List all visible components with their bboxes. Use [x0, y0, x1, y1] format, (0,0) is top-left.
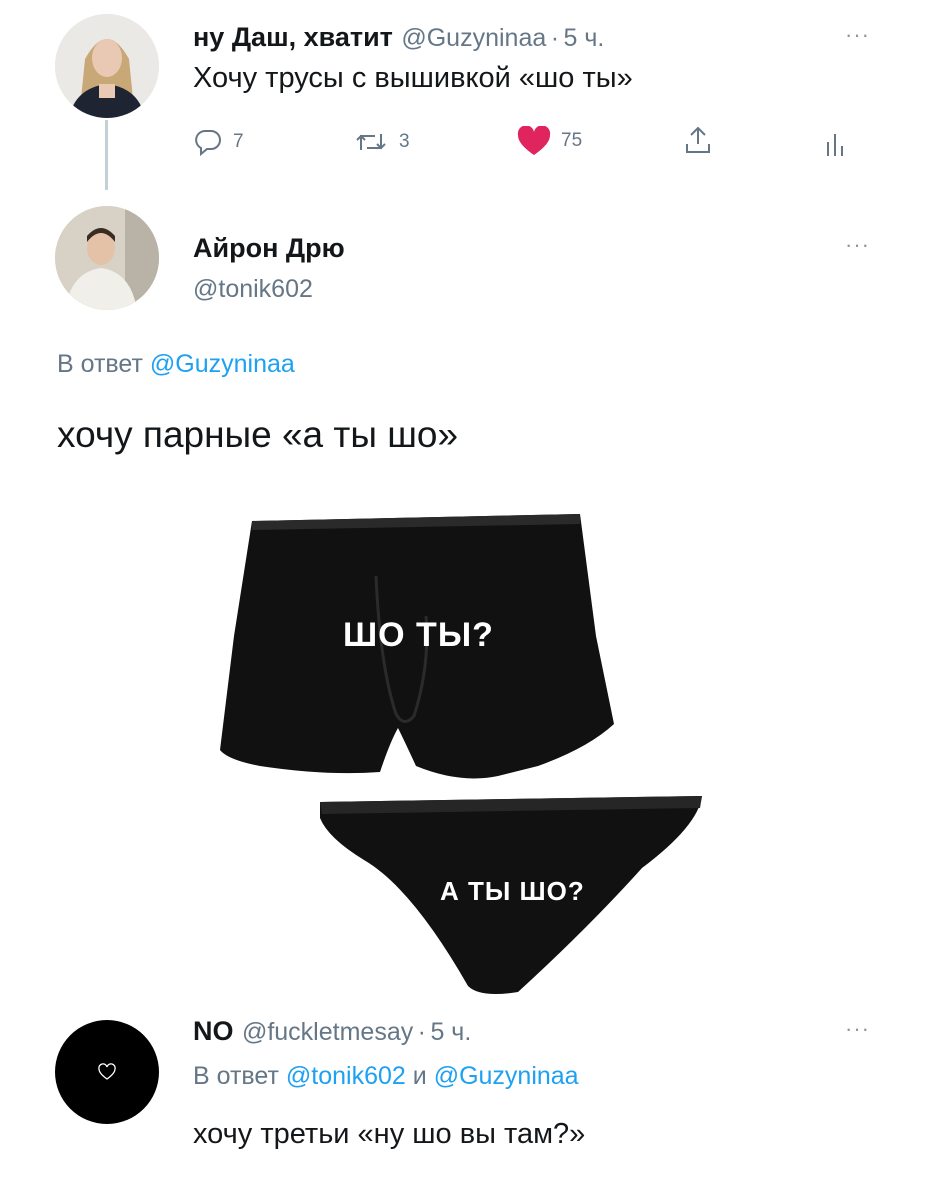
boxer-embroidery-text: ШО ТЫ? — [343, 616, 494, 654]
reply-icon — [195, 130, 221, 156]
reply-context: В ответ @tonik602 и @Guzyninaa — [193, 1062, 579, 1091]
tweet-text: хочу третьи «ну шо вы там?» — [193, 1118, 586, 1150]
analytics-button[interactable] — [820, 130, 850, 163]
display-name[interactable]: NO — [193, 1016, 234, 1046]
reply-to-link-2[interactable]: @Guzyninaa — [434, 1062, 579, 1090]
handle[interactable]: @Guzyninaa — [401, 24, 546, 52]
separator: · — [417, 1018, 426, 1046]
like-count: 75 — [561, 130, 583, 151]
display-name[interactable]: ну Даш, хватит — [193, 22, 393, 52]
more-options-icon[interactable]: ··· — [845, 1016, 870, 1042]
share-button[interactable] — [683, 124, 713, 156]
heart-filled-icon — [517, 126, 551, 155]
avatar-guzyninaa[interactable] — [55, 14, 159, 118]
handle[interactable]: @tonik602 — [193, 275, 313, 304]
brief-embroidery-text: А ТЫ ШО? — [440, 876, 585, 906]
avatar-fuckletmesay[interactable] — [55, 1020, 159, 1124]
timestamp[interactable]: 5 ч. — [430, 1018, 471, 1046]
share-icon — [686, 126, 710, 153]
timestamp[interactable]: 5 ч. — [564, 24, 605, 52]
separator: · — [550, 24, 560, 52]
retweet-count: 3 — [399, 131, 410, 152]
more-options-icon[interactable]: ··· — [845, 232, 870, 258]
like-button[interactable]: 75 — [517, 126, 582, 156]
reply-to-link[interactable]: @Guzyninaa — [150, 350, 295, 378]
avatar-photo-icon — [55, 14, 159, 118]
reply-and: и — [412, 1062, 427, 1090]
reply-prefix: В ответ — [193, 1062, 279, 1090]
avatar-photo-icon — [55, 206, 159, 310]
heart-outline-icon — [98, 1063, 116, 1080]
more-options-icon[interactable]: ··· — [845, 22, 870, 48]
reply-count: 7 — [233, 131, 244, 152]
reply-context: В ответ @Guzyninaa — [57, 350, 295, 379]
tweet-text: Хочу трусы с вышивкой «шо ты» — [193, 62, 633, 94]
reply-to-link-1[interactable]: @tonik602 — [286, 1062, 406, 1090]
reply-button[interactable]: 7 — [193, 128, 244, 156]
thread-line — [105, 120, 108, 190]
reply-prefix: В ответ — [57, 350, 143, 378]
underwear-image — [220, 514, 702, 994]
tweet-image[interactable]: ШО ТЫ? А ТЫ ШО? — [168, 466, 752, 1000]
retweet-button[interactable]: 3 — [353, 128, 410, 156]
analytics-icon — [827, 134, 843, 156]
display-name[interactable]: Айрон Дрю — [193, 233, 345, 264]
retweet-icon — [356, 134, 386, 150]
handle[interactable]: @fuckletmesay — [242, 1018, 413, 1046]
tweet-text: хочу парные «а ты шо» — [57, 414, 459, 455]
avatar-tonik602[interactable] — [55, 206, 159, 310]
